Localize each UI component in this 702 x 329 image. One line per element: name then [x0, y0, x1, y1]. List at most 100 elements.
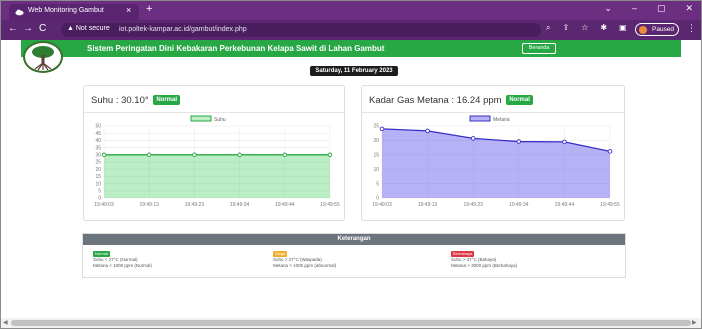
legend-normal: Normal Suhu < 27°C (Normal) Metana < 100… — [93, 251, 152, 269]
not-secure-indicator[interactable]: ▲ Not secure — [67, 25, 110, 32]
y-tick-label: 50 — [95, 124, 101, 130]
scroll-left-icon[interactable]: ◀ — [3, 319, 8, 326]
logo — [23, 41, 63, 73]
x-tick-label: 19:49:23 — [185, 202, 205, 208]
legend-line: Metana > 3000 ppm (Berbahaya) — [451, 263, 518, 268]
back-icon[interactable]: ← — [8, 23, 18, 34]
legend-swatch — [469, 115, 491, 122]
side-panel-icon[interactable]: ▣ — [619, 23, 627, 33]
status-badge: Normal — [153, 95, 180, 106]
x-tick-label: 19:49:44 — [275, 202, 295, 208]
data-point — [607, 149, 613, 154]
x-tick-label: 19:49:13 — [139, 202, 159, 208]
address-bar[interactable]: ▲ Not secure iot.poltek-kampar.ac.id/gam… — [61, 23, 541, 37]
date-badge: Saturday, 11 February 2023 — [310, 66, 398, 76]
y-tick-label: 5 — [98, 189, 101, 195]
methane-heading: Kadar Gas Metana : 16.24 ppm Normal — [369, 95, 533, 106]
home-button[interactable]: Beranda — [522, 43, 556, 54]
legend-label: Suhu — [214, 117, 226, 123]
page-title: Sistem Peringatan Dini Kebakaran Perkebu… — [87, 44, 385, 53]
tab-close-icon[interactable]: × — [126, 5, 131, 15]
minimize-icon[interactable]: – — [632, 3, 637, 14]
new-tab-button[interactable]: + — [146, 3, 152, 15]
keterangan-title: Keterangan — [83, 234, 625, 245]
y-tick-label: 25 — [95, 160, 101, 166]
temperature-chart: Suhu 05 1015202530 35404550 19:49:03 19:49:13… — [94, 115, 340, 208]
maximize-icon[interactable]: ▢ — [657, 3, 666, 14]
legend-line: Suhu > 37°C (Bahaya) — [451, 257, 497, 262]
menu-icon[interactable]: ⋮ — [687, 23, 696, 34]
x-tick-label: 19:49:34 — [230, 202, 250, 208]
legend-line: Suhu > 27°C (Waspada) — [273, 257, 322, 262]
y-tick-label: 20 — [95, 167, 101, 173]
tree-logo-icon — [32, 46, 54, 71]
reload-icon[interactable]: C — [39, 23, 46, 34]
data-point — [562, 139, 567, 145]
y-tick-label: 40 — [95, 138, 101, 144]
scrollbar-thumb[interactable] — [11, 320, 691, 326]
url-text[interactable]: iot.poltek-kampar.ac.id/gambut/index.php — [119, 26, 247, 33]
x-tick-label: 19:49:03 — [94, 202, 114, 208]
forward-icon[interactable]: → — [23, 23, 33, 34]
x-tick-label: 19:49:34 — [509, 202, 529, 208]
window-controls: ⌄ – ▢ ✕ — [604, 3, 693, 14]
series-area — [382, 128, 610, 198]
y-tick-label: 0 — [376, 196, 379, 202]
data-point — [327, 152, 333, 158]
profile-button[interactable]: Paused — [635, 23, 679, 36]
methane-card: Kadar Gas Metana : 16.24 ppm Normal Meta… — [361, 85, 625, 221]
search-icon[interactable]: ⌕ — [546, 23, 550, 33]
chart-legend: Metana — [469, 115, 510, 123]
legend-label: Metana — [493, 117, 510, 123]
bookmark-star-icon[interactable]: ☆ — [581, 23, 588, 33]
y-tick-label: 30 — [95, 153, 101, 159]
y-tick-label: 20 — [373, 138, 379, 144]
legend-siaga: Siaga Suhu > 27°C (Waspada) Metana > 100… — [273, 251, 336, 269]
series-area — [104, 154, 330, 198]
data-point — [192, 152, 197, 158]
temperature-heading: Suhu : 30.10° Normal — [91, 95, 180, 106]
y-tick-label: 10 — [95, 181, 101, 187]
tab-web-monitoring[interactable]: Web Monitoring Gambut × — [9, 4, 139, 20]
methane-chart: Metana 0 5 10 15 20 25 19:49:03 19:49:13 19:49:23… — [372, 115, 620, 208]
tab-bar: Web Monitoring Gambut × + ⌄ – ▢ ✕ — [1, 1, 701, 20]
data-point — [516, 139, 522, 144]
divider — [84, 112, 344, 113]
temperature-card: Suhu : 30.10° Normal Suhu 0 5 10 15 20 25 30 35 4… — [83, 85, 345, 221]
data-point — [470, 136, 476, 141]
y-tick-label: 5 — [376, 181, 379, 187]
y-tick-label: 15 — [95, 174, 101, 180]
extensions-icon[interactable]: ✱ — [600, 23, 607, 33]
legend-berbahaya: Berbahaya Suhu > 37°C (Bahaya) Metana > … — [451, 251, 517, 269]
tab-title: Web Monitoring Gambut — [28, 7, 104, 14]
horizontal-scrollbar[interactable]: ◀ ▶ — [1, 318, 701, 328]
y-tick-label: 45 — [95, 131, 101, 137]
tab-search-icon[interactable]: ⌄ — [604, 3, 612, 14]
y-tick-label: 25 — [373, 124, 379, 130]
x-tick-label: 19:49:55 — [600, 202, 620, 208]
data-point — [379, 126, 385, 132]
legend-swatch — [190, 115, 212, 122]
y-tick-label: 0 — [98, 196, 101, 202]
legend-line: Metana > 1000 ppm (abnormal) — [273, 263, 337, 268]
status-badge: Normal — [506, 95, 533, 106]
scroll-right-icon[interactable]: ▶ — [692, 319, 697, 326]
share-icon[interactable]: ⇪ — [562, 23, 569, 33]
x-tick-label: 19:49:23 — [463, 202, 483, 208]
data-point — [101, 152, 107, 158]
browser-toolbar: ← → C ▲ Not secure iot.poltek-kampar.ac.… — [1, 20, 701, 40]
toolbar-icons: ⌕ ⇪ ☆ ✱ ▣ — [546, 23, 627, 33]
data-point — [237, 152, 242, 158]
chart-legend: Suhu — [190, 115, 226, 123]
legend-line: Suhu < 27°C (Normal) — [93, 257, 138, 262]
divider — [362, 112, 624, 113]
close-window-icon[interactable]: ✕ — [685, 3, 693, 14]
data-point — [425, 128, 430, 134]
data-point — [282, 152, 288, 158]
methane-value: Kadar Gas Metana : 16.24 ppm — [369, 95, 502, 106]
temperature-value: Suhu : 30.10° — [91, 95, 149, 106]
data-point — [146, 152, 152, 158]
y-tick-label: 35 — [95, 145, 101, 151]
keterangan-panel: Keterangan Normal Suhu < 27°C (Normal) M… — [82, 233, 626, 278]
x-tick-label: 19:49:55 — [320, 202, 340, 208]
